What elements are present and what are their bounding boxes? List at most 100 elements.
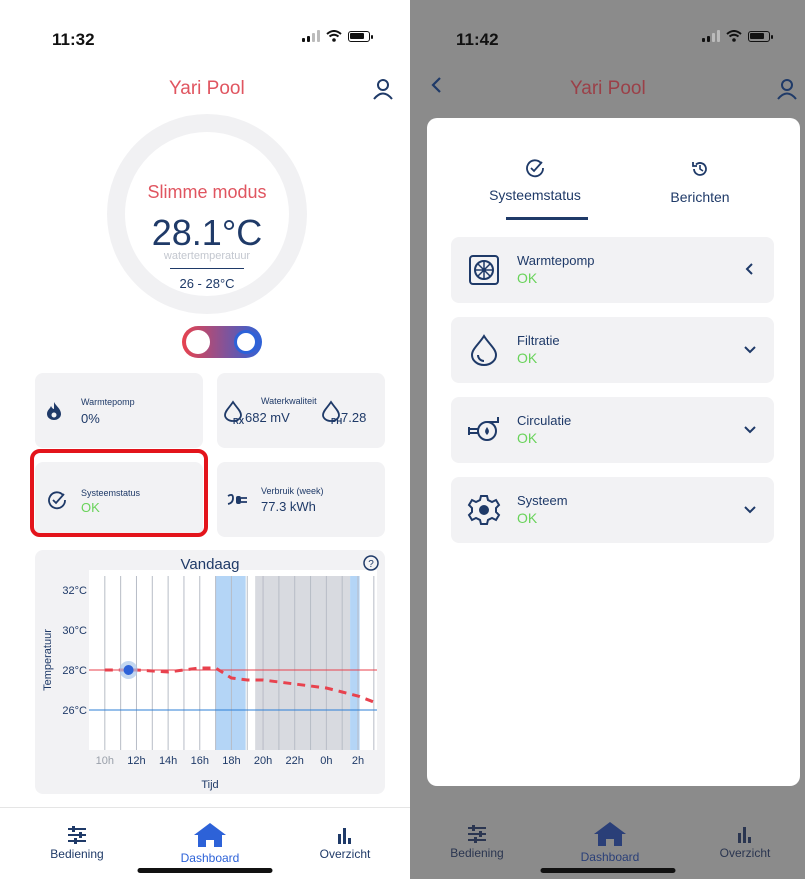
- water-quality-card[interactable]: Waterkwaliteit RX 682 mV PH 7.28: [217, 373, 385, 448]
- home-icon: [594, 822, 626, 846]
- temperature-label: watertemperatuur: [163, 250, 251, 262]
- rx-value: 682 mV: [245, 410, 290, 425]
- status-time: 11:42: [456, 30, 499, 49]
- x-tick-label: 12h: [127, 755, 145, 767]
- tab-bar: Bediening Dashboard Overzicht: [410, 807, 805, 879]
- divider: [170, 268, 244, 269]
- bar-chart-icon: [338, 828, 351, 844]
- y-tick-label: 26°C: [62, 705, 87, 717]
- water-drop-icon: [470, 334, 498, 366]
- tab-label: Overzicht: [719, 846, 771, 860]
- system-status-sheet: Systeemstatus Berichten Warmtepomp OK Fi…: [427, 118, 800, 786]
- battery-icon: [348, 30, 373, 42]
- highlight-band: [215, 576, 246, 750]
- status-item-systeem[interactable]: Systeem OK: [451, 477, 774, 543]
- home-indicator: [137, 868, 273, 873]
- tab-bediening[interactable]: Bediening: [46, 826, 108, 861]
- heatpump-fan-icon: [469, 255, 499, 285]
- tab-label: Overzicht: [319, 847, 371, 861]
- temperature-chart: Vandaag ? 32°C 30°C 28°C 26°C 10h 12h 14h 16h 18h 2…: [42, 555, 379, 791]
- toggle-knob: [234, 330, 258, 354]
- heatpump-value: 0%: [81, 411, 100, 426]
- user-icon[interactable]: [776, 78, 798, 100]
- item-name: Warmtepomp: [517, 253, 595, 268]
- battery-icon: [748, 30, 773, 42]
- chevron-down-icon: [744, 346, 756, 354]
- chevron-down-icon: [744, 506, 756, 514]
- tab-bar: Bediening Dashboard Overzicht: [0, 807, 410, 879]
- pool-title: Yari Pool: [169, 78, 245, 99]
- mode-label: Slimme modus: [147, 182, 267, 202]
- chart-title: Vandaag: [181, 556, 240, 573]
- user-icon[interactable]: [372, 78, 394, 100]
- x-tick-label: 2h: [352, 755, 364, 767]
- x-tick-label: 18h: [222, 755, 240, 767]
- tab-dashboard[interactable]: Dashboard: [575, 821, 645, 864]
- home-indicator: [540, 868, 675, 873]
- chart-card: Vandaag? 32°C 30°C 28°C 26°C 10h 12h 14h 16h 18h 2…: [35, 550, 385, 794]
- y-axis-label: Temperatuur: [42, 629, 54, 691]
- usage-label: Verbruik (week): [261, 486, 324, 496]
- x-tick-label: 16h: [191, 755, 209, 767]
- status-icons: [702, 30, 773, 42]
- usage-card[interactable]: Verbruik (week) 77.3 kWh: [217, 462, 385, 537]
- item-name: Systeem: [517, 493, 568, 508]
- sliders-icon: [468, 825, 486, 843]
- status-item-circulatie[interactable]: Circulatie OK: [451, 397, 774, 463]
- heatpump-card[interactable]: Warmtepomp 0%: [35, 373, 203, 448]
- item-status: OK: [517, 350, 538, 366]
- status-item-warmtepomp[interactable]: Warmtepomp OK: [451, 237, 774, 303]
- x-tick-label: 0h: [320, 755, 332, 767]
- left-phone: 11:32 Yari Pool Slimme modus 28.1°C wate…: [0, 0, 410, 879]
- active-tab-indicator: [506, 217, 588, 220]
- x-tick-label: 14h: [159, 755, 177, 767]
- plug-icon: [227, 493, 247, 505]
- heatpump-label: Warmtepomp: [81, 397, 135, 407]
- tab-bediening[interactable]: Bediening: [446, 825, 508, 860]
- signal-icon: [302, 30, 320, 42]
- item-status: OK: [517, 430, 538, 446]
- status-icons: [302, 30, 373, 42]
- tab-dashboard[interactable]: Dashboard: [175, 822, 245, 865]
- wifi-icon: [726, 30, 742, 42]
- highlight-box: [30, 449, 208, 537]
- y-tick-label: 32°C: [62, 585, 87, 597]
- tab-overzicht[interactable]: Overzicht: [714, 825, 776, 860]
- flame-icon: [47, 402, 61, 420]
- x-tick-label: 10h: [96, 755, 114, 767]
- status-time: 11:32: [52, 30, 95, 49]
- pump-icon: [468, 417, 499, 441]
- water-quality-label: Waterkwaliteit: [261, 396, 317, 406]
- ph-value: 7.28: [341, 410, 367, 425]
- usage-value: 77.3 kWh: [261, 499, 316, 514]
- signal-icon: [702, 30, 720, 42]
- back-icon[interactable]: [430, 76, 442, 94]
- chevron-down-icon: [744, 426, 756, 434]
- y-tick-label: 30°C: [62, 625, 87, 637]
- tab-overzicht[interactable]: Overzicht: [314, 826, 376, 861]
- tab-label: Systeemstatus: [489, 187, 581, 203]
- toggle-knob: [186, 330, 210, 354]
- rx-sub: RX: [233, 417, 245, 426]
- tab-label: Berichten: [670, 189, 730, 205]
- sliders-icon: [68, 826, 86, 844]
- tab-systeemstatus[interactable]: Systeemstatus: [465, 158, 605, 203]
- check-circle-icon: [526, 159, 544, 178]
- current-point: [123, 665, 134, 675]
- tab-berichten[interactable]: Berichten: [645, 160, 755, 205]
- tab-label: Bediening: [450, 846, 504, 860]
- bar-chart-icon: [738, 827, 751, 843]
- status-item-filtratie[interactable]: Filtratie OK: [451, 317, 774, 383]
- tab-label: Dashboard: [580, 850, 640, 864]
- mode-toggle[interactable]: [182, 326, 262, 358]
- temperature-range: 26 - 28°C: [179, 276, 235, 291]
- pool-title: Yari Pool: [570, 78, 646, 99]
- item-status: OK: [517, 270, 538, 286]
- wifi-icon: [326, 30, 342, 42]
- gear-icon: [467, 495, 501, 525]
- chevron-left-icon: [745, 263, 753, 275]
- item-status: OK: [517, 510, 538, 526]
- x-axis-label: Tijd: [201, 779, 218, 791]
- help-icon-glyph: ?: [368, 559, 374, 570]
- water-temperature: 28.1°C: [151, 212, 263, 253]
